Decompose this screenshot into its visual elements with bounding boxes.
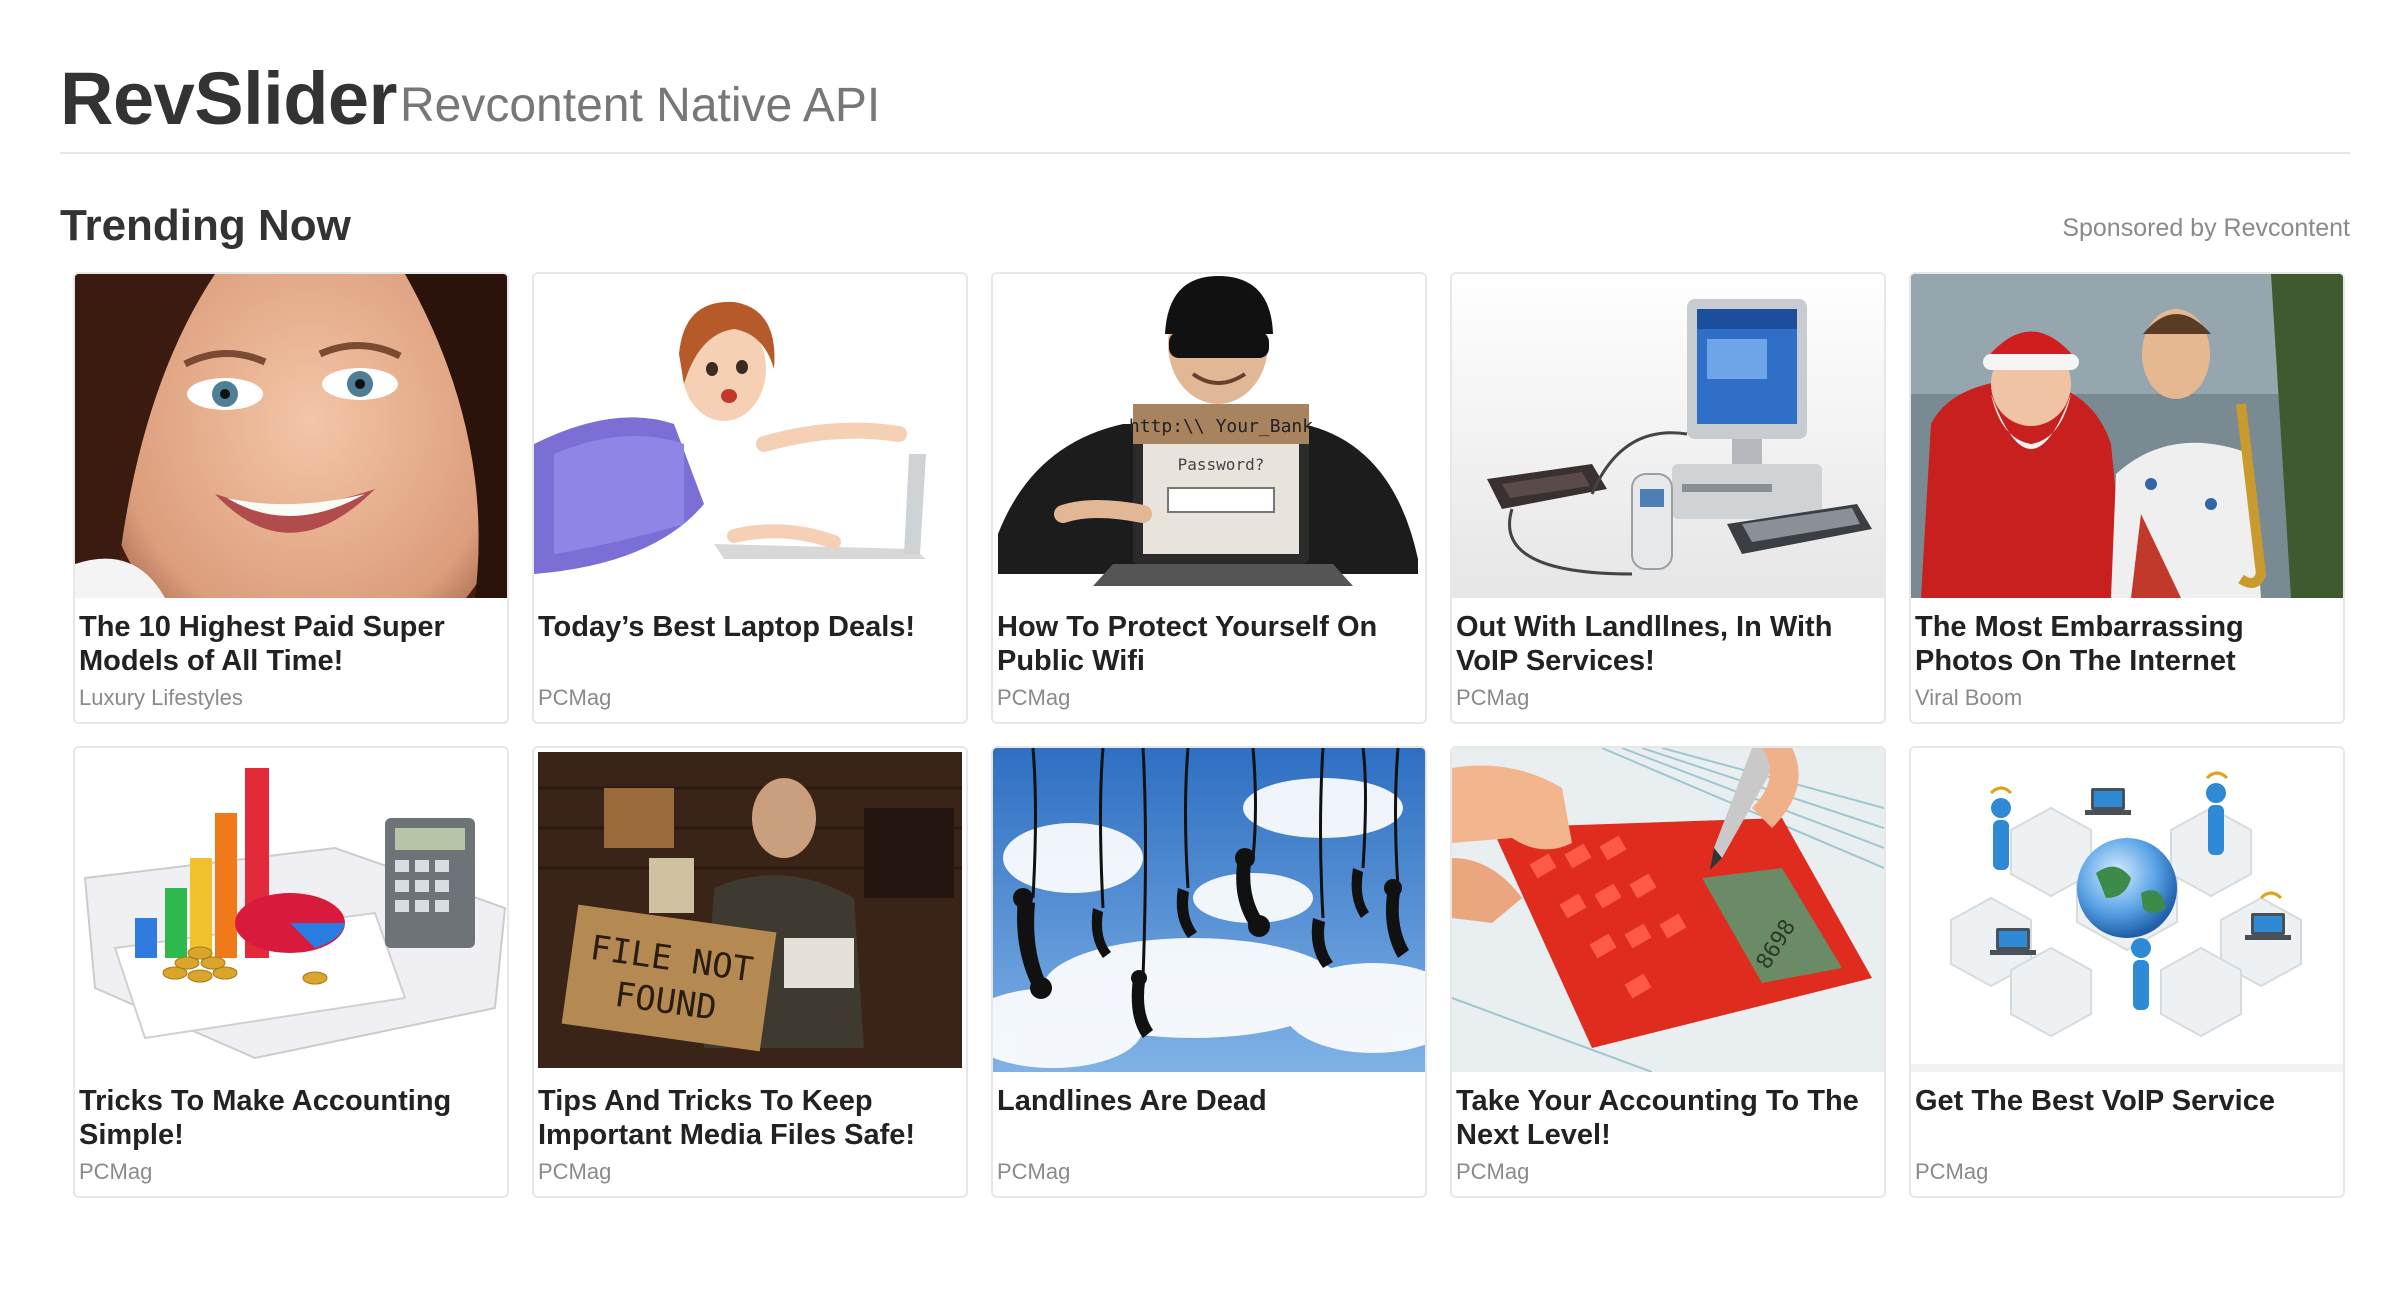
content-card[interactable]: Landlines Are Dead PCMag [991, 746, 1427, 1198]
card-headline[interactable]: Out With Landllnes, In With VoIP Service… [1456, 610, 1880, 678]
screen-password-text: Password? [1178, 455, 1265, 474]
red-calculator-image: 8698 [1452, 748, 1884, 1072]
card-thumbnail[interactable] [993, 748, 1425, 1072]
card-headline[interactable]: The 10 Highest Paid Super Models of All … [79, 610, 503, 678]
hanging-phones-image [993, 748, 1425, 1072]
content-card[interactable]: The Most Embarrassing Photos On The Inte… [1909, 272, 2345, 724]
content-card[interactable]: Out With Landllnes, In With VoIP Service… [1450, 272, 1886, 724]
card-headline[interactable]: Take Your Accounting To The Next Level! [1456, 1084, 1880, 1152]
card-provider: PCMag [997, 1159, 1071, 1184]
card-thumbnail[interactable]: FILE NOT FOUND [534, 748, 966, 1072]
content-card[interactable]: Tricks To Make Accounting Simple! PCMag [73, 746, 509, 1198]
card-thumbnail[interactable] [534, 274, 966, 598]
brand-title: RevSlider [60, 57, 397, 140]
card-thumbnail[interactable] [75, 748, 507, 1072]
card-headline[interactable]: Tricks To Make Accounting Simple! [79, 1084, 503, 1152]
content-card[interactable]: Get The Best VoIP Service PCMag [1909, 746, 2345, 1198]
santa-photo-image [1911, 274, 2343, 598]
card-headline[interactable]: Today’s Best Laptop Deals! [538, 610, 962, 644]
card-provider: PCMag [79, 1159, 153, 1184]
card-provider: PCMag [1456, 685, 1530, 710]
section-title: Trending Now [60, 201, 351, 250]
card-headline[interactable]: Landlines Are Dead [997, 1084, 1421, 1118]
content-card[interactable]: The 10 Highest Paid Super Models of All … [73, 272, 509, 724]
card-provider: PCMag [538, 1159, 612, 1184]
card-headline[interactable]: Tips And Tricks To Keep Important Media … [538, 1084, 962, 1152]
screen-url-text: http:\\ Your_Bank [1129, 416, 1313, 437]
voip-network-image [1911, 748, 2343, 1072]
card-thumbnail[interactable]: http:\\ Your_Bank Password? [993, 274, 1425, 598]
woman-laptop-image [534, 274, 966, 598]
card-headline[interactable]: How To Protect Yourself On Public Wifi [997, 610, 1421, 678]
page-header: RevSlider Revcontent Native API [60, 52, 2350, 154]
card-provider: Luxury Lifestyles [79, 685, 243, 710]
card-thumbnail[interactable] [1452, 274, 1884, 598]
card-headline[interactable]: Get The Best VoIP Service [1915, 1084, 2339, 1118]
file-not-found-image: FILE NOT FOUND [534, 748, 966, 1072]
masked-thief-image: http:\\ Your_Bank Password? [993, 274, 1425, 598]
card-provider: PCMag [538, 685, 612, 710]
content-card[interactable]: 8698 Take Your Accounting To The Next Le… [1450, 746, 1886, 1198]
card-provider: Viral Boom [1915, 685, 2023, 710]
card-thumbnail[interactable] [1911, 748, 2343, 1072]
page-subtitle: Revcontent Native API [400, 79, 881, 132]
smiling-model-image [75, 274, 507, 598]
sponsored-by-link[interactable]: Sponsored by Revcontent [2062, 212, 2350, 244]
card-thumbnail[interactable] [1911, 274, 2343, 598]
accounting-charts-image [75, 748, 507, 1072]
voip-desktop-image [1452, 274, 1884, 598]
content-card[interactable]: Today’s Best Laptop Deals! PCMag [532, 272, 968, 724]
card-thumbnail[interactable]: 8698 [1452, 748, 1884, 1072]
card-provider: PCMag [1456, 1159, 1530, 1184]
content-card[interactable]: FILE NOT FOUND Tips And Tricks To Keep I… [532, 746, 968, 1198]
content-card[interactable]: http:\\ Your_Bank Password? How To Prote… [991, 272, 1427, 724]
card-headline[interactable]: The Most Embarrassing Photos On The Inte… [1915, 610, 2339, 678]
card-provider: PCMag [1915, 1159, 1989, 1184]
card-provider: PCMag [997, 685, 1071, 710]
card-thumbnail[interactable] [75, 274, 507, 598]
